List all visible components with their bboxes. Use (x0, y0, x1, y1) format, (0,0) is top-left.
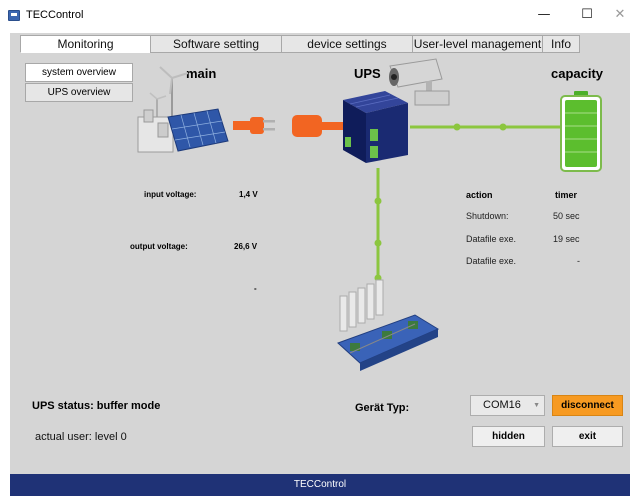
ups-status-text: UPS status: buffer mode (32, 400, 161, 412)
window-title: TECControl (26, 9, 84, 21)
port-select[interactable]: COM16 ▼ (470, 395, 545, 416)
machinery-icon (337, 279, 440, 371)
port-select-value: COM16 (483, 399, 521, 411)
disconnect-button[interactable]: disconnect (552, 395, 623, 416)
hidden-button[interactable]: hidden (472, 426, 545, 447)
action-row-2: Datafile exe. (466, 234, 517, 244)
close-button[interactable]: ✕ (605, 4, 635, 26)
action-row-1: Shutdown: (466, 211, 509, 221)
minimize-button[interactable]: — (529, 4, 559, 26)
battery-icon (560, 91, 602, 172)
input-voltage-value: 1,4 V (239, 190, 258, 199)
power-plant-icon (137, 66, 229, 153)
flow-node (453, 123, 461, 131)
battery-fill (565, 100, 597, 167)
action-row-3: Datafile exe. (466, 256, 517, 266)
extra-reading-value: - (254, 284, 257, 293)
ups-device-icon (343, 91, 408, 163)
status-footer: TECControl (10, 474, 630, 496)
main-panel: Monitoring Software setting device setti… (10, 33, 630, 496)
output-voltage-value: 26,6 V (234, 242, 258, 251)
flow-node (374, 197, 382, 205)
timer-column-header: timer (555, 190, 578, 200)
timer-row-2: 19 sec (553, 234, 580, 244)
actual-user-text: actual user: level 0 (35, 431, 127, 443)
timer-row-3: - (577, 256, 580, 266)
power-plug-icon (233, 115, 344, 137)
flow-node (499, 123, 507, 131)
flow-node (374, 239, 382, 247)
output-voltage-label: output voltage: (130, 242, 188, 251)
geraet-typ-label: Gerät Typ: (355, 402, 410, 414)
app-window: TECControl — ☐ ✕ Monitoring Software set… (0, 0, 637, 496)
chevron-down-icon: ▼ (533, 402, 540, 409)
maximize-button[interactable]: ☐ (572, 4, 602, 26)
app-icon (8, 10, 20, 21)
action-column-header: action (466, 190, 493, 200)
system-diagram (137, 58, 602, 371)
input-voltage-label: input voltage: (144, 190, 197, 199)
title-bar: TECControl — ☐ ✕ (0, 0, 637, 30)
exit-button[interactable]: exit (552, 426, 623, 447)
timer-row-1: 50 sec (553, 211, 580, 221)
